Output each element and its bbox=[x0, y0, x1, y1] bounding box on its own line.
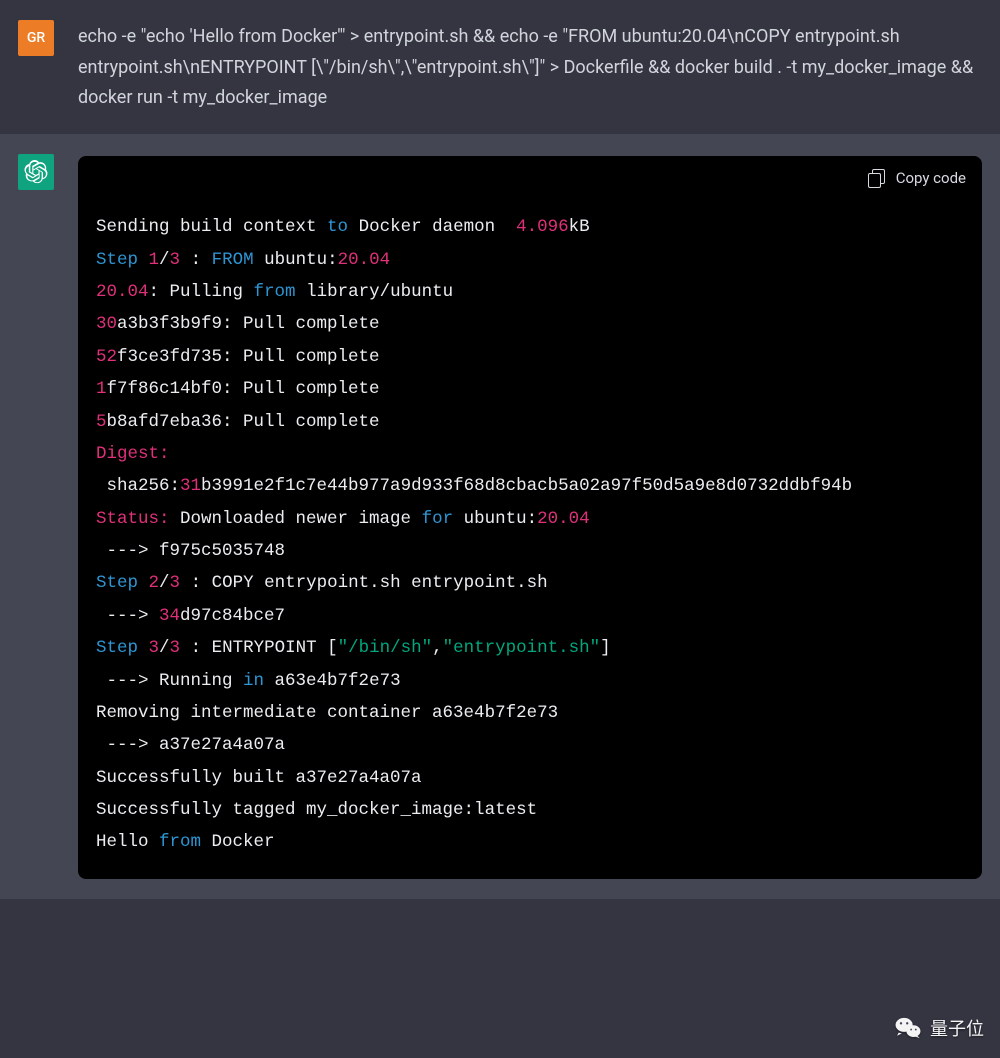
code-token: Step bbox=[96, 573, 149, 593]
code-token: Hello bbox=[96, 832, 159, 852]
code-token: Step bbox=[96, 638, 149, 658]
code-token: Successfully tagged my_docker_image:late… bbox=[96, 800, 537, 820]
code-token: 31 bbox=[180, 476, 201, 496]
code-token: in bbox=[243, 671, 264, 691]
code-token: : COPY entrypoint.sh entrypoint.sh bbox=[180, 573, 548, 593]
code-token: d97c84bce7 bbox=[180, 606, 285, 626]
wechat-icon bbox=[894, 1014, 922, 1042]
watermark: 量子位 bbox=[894, 1014, 984, 1042]
code-token: , bbox=[432, 638, 443, 658]
code-token: kB bbox=[569, 217, 590, 237]
code-token: Status: bbox=[96, 509, 170, 529]
code-token: Docker bbox=[201, 832, 275, 852]
copy-code-button[interactable]: Copy code bbox=[868, 166, 966, 192]
code-token: 5 bbox=[96, 412, 107, 432]
code-token: "/bin/sh" bbox=[338, 638, 433, 658]
code-token: 2 bbox=[149, 573, 160, 593]
code-token: Removing intermediate container a63e4b7f… bbox=[96, 703, 558, 723]
assistant-message-content: Copy code Sending build context to Docke… bbox=[78, 154, 982, 879]
watermark-label: 量子位 bbox=[930, 1015, 984, 1041]
code-token: Sending build context bbox=[96, 217, 327, 237]
code-token: from bbox=[254, 282, 296, 302]
code-token: ubuntu: bbox=[453, 509, 537, 529]
code-token: to bbox=[327, 217, 348, 237]
code-token: ubuntu: bbox=[254, 250, 338, 270]
code-token: ] bbox=[600, 638, 611, 658]
code-token: "entrypoint.sh" bbox=[443, 638, 601, 658]
code-token: 3 bbox=[170, 573, 181, 593]
code-token: 3 bbox=[170, 250, 181, 270]
code-token: 34 bbox=[159, 606, 180, 626]
code-token: 20.04 bbox=[537, 509, 590, 529]
code-token: Successfully built a37e27a4a07a bbox=[96, 768, 422, 788]
code-block-body: Sending build context to Docker daemon 4… bbox=[78, 195, 982, 879]
code-token: / bbox=[159, 573, 170, 593]
code-token: f3ce3fd735: Pull complete bbox=[117, 347, 380, 367]
code-token: 20.04 bbox=[96, 282, 149, 302]
code-token: ---> f975c5035748 bbox=[96, 541, 285, 561]
code-token: Step bbox=[96, 250, 149, 270]
code-token: 1 bbox=[149, 250, 160, 270]
assistant-message-row: Copy code Sending build context to Docke… bbox=[0, 134, 1000, 899]
user-message-row: GR echo -e "echo 'Hello from Docker'" > … bbox=[0, 0, 1000, 134]
code-token: : bbox=[180, 250, 212, 270]
code-block-header: Copy code bbox=[78, 156, 982, 196]
code-token: 3 bbox=[149, 638, 160, 658]
code-token: / bbox=[159, 638, 170, 658]
code-block: Copy code Sending build context to Docke… bbox=[78, 156, 982, 879]
code-token: Digest: bbox=[96, 444, 170, 464]
code-token: from bbox=[159, 832, 201, 852]
code-token: ---> Running bbox=[96, 671, 243, 691]
code-token: 3 bbox=[170, 638, 181, 658]
code-token: a3b3f3b9f9: Pull complete bbox=[117, 314, 380, 334]
code-token: ---> a37e27a4a07a bbox=[96, 735, 285, 755]
user-avatar: GR bbox=[18, 20, 54, 56]
code-token: sha256: bbox=[96, 476, 180, 496]
code-token: : Pulling bbox=[149, 282, 254, 302]
clipboard-icon bbox=[868, 169, 886, 189]
code-token: Docker daemon bbox=[348, 217, 516, 237]
code-token: 1 bbox=[96, 379, 107, 399]
code-token: for bbox=[422, 509, 454, 529]
code-token: 52 bbox=[96, 347, 117, 367]
user-message-text: echo -e "echo 'Hello from Docker'" > ent… bbox=[78, 20, 982, 114]
openai-logo-icon bbox=[24, 160, 48, 184]
code-token: b3991e2f1c7e44b977a9d933f68d8cbacb5a02a9… bbox=[201, 476, 852, 496]
code-token: b8afd7eba36: Pull complete bbox=[107, 412, 380, 432]
code-token: / bbox=[159, 250, 170, 270]
code-token: FROM bbox=[212, 250, 254, 270]
code-token: f7f86c14bf0: Pull complete bbox=[107, 379, 380, 399]
copy-code-label: Copy code bbox=[896, 166, 966, 192]
code-token: ---> bbox=[96, 606, 159, 626]
code-token: 30 bbox=[96, 314, 117, 334]
code-token: 4.096 bbox=[516, 217, 569, 237]
code-token: 20.04 bbox=[338, 250, 391, 270]
code-token: library/ubuntu bbox=[296, 282, 454, 302]
assistant-avatar bbox=[18, 154, 54, 190]
code-token: : ENTRYPOINT [ bbox=[180, 638, 338, 658]
code-token: a63e4b7f2e73 bbox=[264, 671, 401, 691]
code-token: Downloaded newer image bbox=[170, 509, 422, 529]
